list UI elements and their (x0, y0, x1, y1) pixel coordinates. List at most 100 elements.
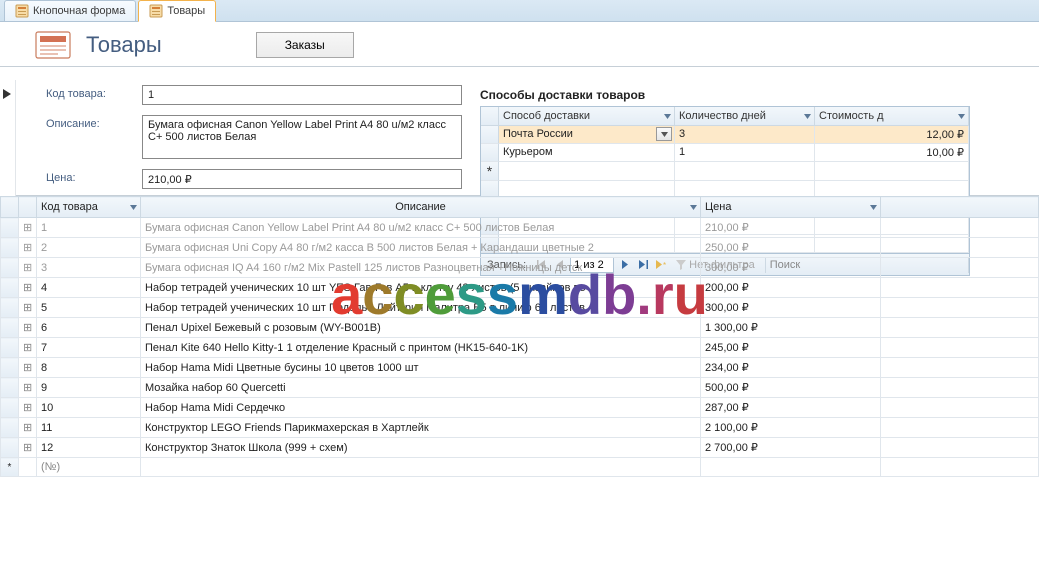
chevron-down-icon[interactable] (804, 110, 811, 122)
col-days[interactable]: Количество дней (675, 107, 815, 126)
select-all-handle[interactable] (1, 197, 19, 218)
table-row[interactable]: ⊞5Набор тетрадей ученических 10 шт Подол… (1, 298, 1039, 318)
cell-desc[interactable]: Конструктор LEGO Friends Парикмахерская … (141, 418, 701, 438)
expand-toggle[interactable]: ⊞ (19, 398, 37, 418)
cell-price[interactable]: 200,00 ₽ (701, 278, 881, 298)
expand-toggle[interactable]: ⊞ (19, 438, 37, 458)
cell-price[interactable]: 300,00 ₽ (701, 258, 881, 278)
cell-price[interactable]: 1 300,00 ₽ (701, 318, 881, 338)
delivery-row-new[interactable] (481, 162, 969, 181)
row-selector[interactable] (1, 338, 19, 358)
input-code[interactable] (142, 85, 462, 105)
chevron-down-icon[interactable] (690, 201, 697, 213)
cell-cost[interactable]: 10,00 ₽ (815, 144, 969, 162)
col-cost[interactable]: Стоимость д (815, 107, 969, 126)
table-row-new[interactable]: (№) (1, 458, 1039, 477)
chevron-down-icon[interactable] (870, 201, 877, 213)
cell-desc[interactable]: Бумага офисная IQ A4 160 г/м2 Mix Pastel… (141, 258, 701, 278)
cell-price[interactable]: 2 100,00 ₽ (701, 418, 881, 438)
cell-id[interactable]: 9 (37, 378, 141, 398)
expand-toggle[interactable]: ⊞ (19, 318, 37, 338)
table-row[interactable]: ⊞8Набор Hama Midi Цветные бусины 10 цвет… (1, 358, 1039, 378)
col-price[interactable]: Цена (701, 197, 881, 218)
table-row[interactable]: ⊞1Бумага офисная Canon Yellow Label Prin… (1, 218, 1039, 238)
row-selector[interactable] (481, 144, 499, 162)
table-row[interactable]: ⊞12Конструктор Знаток Школа (999 + схем)… (1, 438, 1039, 458)
col-method[interactable]: Способ доставки (499, 107, 675, 126)
cell-id[interactable]: 2 (37, 238, 141, 258)
tab-goods[interactable]: Товары (138, 0, 216, 22)
cell-desc[interactable]: Мозайка набор 60 Quercetti (141, 378, 701, 398)
select-all-handle[interactable] (481, 107, 499, 126)
row-selector[interactable] (1, 218, 19, 238)
row-selector[interactable] (481, 162, 499, 181)
cell-id[interactable]: 11 (37, 418, 141, 438)
delivery-row[interactable]: Курьером110,00 ₽ (481, 144, 969, 162)
cell-price[interactable]: 234,00 ₽ (701, 358, 881, 378)
row-selector[interactable] (1, 258, 19, 278)
row-selector[interactable] (1, 278, 19, 298)
cell-cost[interactable]: 12,00 ₽ (815, 126, 969, 144)
cell-days[interactable]: 1 (675, 144, 815, 162)
cell-price[interactable]: 250,00 ₽ (701, 238, 881, 258)
row-selector[interactable] (1, 358, 19, 378)
tab-form[interactable]: Кнопочная форма (4, 0, 136, 21)
table-row[interactable]: ⊞2Бумага офисная Uni Copy A4 80 г/м2 кас… (1, 238, 1039, 258)
table-row[interactable]: ⊞10Набор Hama Midi Сердечко287,00 ₽ (1, 398, 1039, 418)
cell-desc[interactable]: Бумага офисная Canon Yellow Label Print … (141, 218, 701, 238)
cell-price[interactable]: 2 700,00 ₽ (701, 438, 881, 458)
cell-id[interactable]: 3 (37, 258, 141, 278)
col-extra[interactable] (881, 197, 1039, 218)
table-row[interactable]: ⊞7Пенал Kite 640 Hello Kitty-1 1 отделен… (1, 338, 1039, 358)
row-selector[interactable] (1, 398, 19, 418)
cell-price[interactable]: 210,00 ₽ (701, 218, 881, 238)
delivery-row[interactable]: Почта России312,00 ₽ (481, 126, 969, 144)
cell-id[interactable]: 12 (37, 438, 141, 458)
combo-dropdown[interactable] (656, 127, 672, 141)
cell-desc[interactable]: Пенал Upixel Бежевый с розовым (WY-B001B… (141, 318, 701, 338)
row-selector[interactable] (1, 298, 19, 318)
expand-toggle[interactable]: ⊞ (19, 358, 37, 378)
cell-desc[interactable]: Набор Hama Midi Сердечко (141, 398, 701, 418)
cell-desc[interactable]: Набор Hama Midi Цветные бусины 10 цветов… (141, 358, 701, 378)
cell-desc[interactable]: Набор тетрадей ученических 10 шт Подолье… (141, 298, 701, 318)
cell-desc[interactable]: Набор тетрадей ученических 10 шт YES Гав… (141, 278, 701, 298)
row-selector[interactable] (1, 458, 19, 477)
cell-price[interactable]: 300,00 ₽ (701, 298, 881, 318)
cell-method[interactable]: Курьером (499, 144, 675, 162)
table-row[interactable]: ⊞3Бумага офисная IQ A4 160 г/м2 Mix Past… (1, 258, 1039, 278)
input-price[interactable] (142, 169, 462, 189)
expand-toggle[interactable]: ⊞ (19, 278, 37, 298)
table-row[interactable]: ⊞4Набор тетрадей ученических 10 шт YES Г… (1, 278, 1039, 298)
row-selector[interactable] (1, 438, 19, 458)
expand-toggle[interactable]: ⊞ (19, 298, 37, 318)
col-id[interactable]: Код товара (37, 197, 141, 218)
cell-method[interactable]: Почта России (499, 126, 675, 144)
cell-price[interactable]: 245,00 ₽ (701, 338, 881, 358)
row-selector[interactable] (481, 126, 499, 144)
cell-id[interactable]: 1 (37, 218, 141, 238)
table-row[interactable]: ⊞11Конструктор LEGO Friends Парикмахерск… (1, 418, 1039, 438)
cell-id[interactable]: 4 (37, 278, 141, 298)
cell-price[interactable]: 500,00 ₽ (701, 378, 881, 398)
table-row[interactable]: ⊞6Пенал Upixel Бежевый с розовым (WY-B00… (1, 318, 1039, 338)
cell-price[interactable]: 287,00 ₽ (701, 398, 881, 418)
expand-toggle[interactable]: ⊞ (19, 218, 37, 238)
expand-toggle[interactable]: ⊞ (19, 378, 37, 398)
cell-id[interactable]: 8 (37, 358, 141, 378)
chevron-down-icon[interactable] (958, 110, 965, 122)
cell-id[interactable]: 6 (37, 318, 141, 338)
expand-toggle[interactable]: ⊞ (19, 418, 37, 438)
chevron-down-icon[interactable] (130, 201, 137, 213)
cell-id[interactable]: 7 (37, 338, 141, 358)
cell-id[interactable]: 5 (37, 298, 141, 318)
expand-toggle[interactable]: ⊞ (19, 338, 37, 358)
chevron-down-icon[interactable] (664, 110, 671, 122)
cell-days[interactable]: 3 (675, 126, 815, 144)
expand-toggle[interactable]: ⊞ (19, 238, 37, 258)
table-row[interactable]: ⊞9Мозайка набор 60 Quercetti500,00 ₽ (1, 378, 1039, 398)
input-desc[interactable]: Бумага офисная Canon Yellow Label Print … (142, 115, 462, 159)
row-selector[interactable] (1, 238, 19, 258)
row-selector[interactable] (1, 378, 19, 398)
cell-desc[interactable]: Бумага офисная Uni Copy A4 80 г/м2 касса… (141, 238, 701, 258)
